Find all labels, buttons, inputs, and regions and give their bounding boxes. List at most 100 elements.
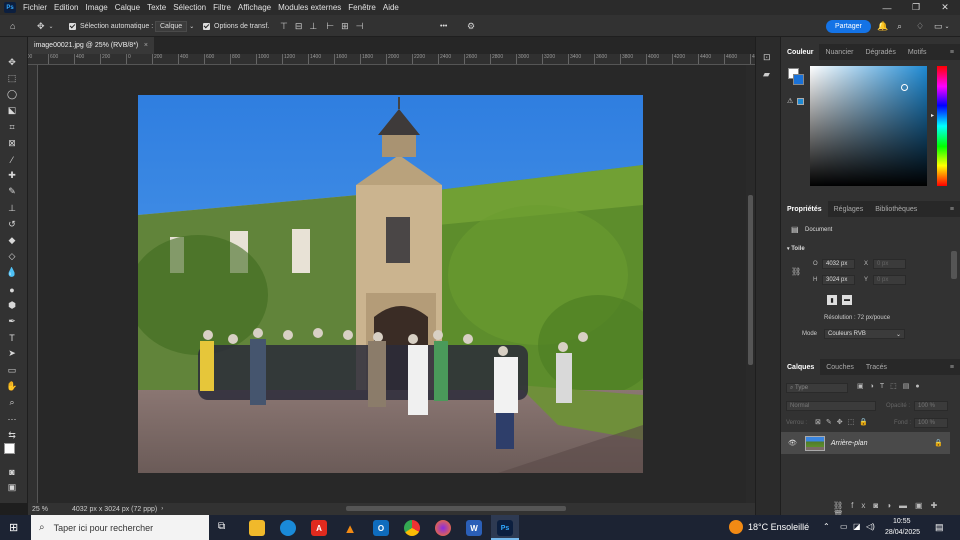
minimize-button[interactable]: — [872, 0, 902, 15]
task-view-icon[interactable]: ⧉ [218, 521, 225, 532]
word-icon[interactable]: W [466, 520, 482, 536]
paint-bucket-icon[interactable]: ◇ [5, 250, 19, 263]
acrobat-icon[interactable]: A [311, 520, 327, 536]
share-button[interactable]: Partager [826, 19, 871, 33]
menu-aide[interactable]: Aide [383, 3, 399, 12]
toile-section-header[interactable]: ▾ Toile [787, 246, 805, 252]
document-image[interactable] [138, 95, 643, 473]
edge-icon[interactable] [280, 520, 296, 536]
color-field[interactable] [810, 66, 927, 186]
web-safe-color-swatch[interactable] [797, 98, 804, 105]
vlc-icon[interactable]: ▲ [342, 520, 358, 536]
lasso-tool-icon[interactable]: ◯ [5, 88, 19, 101]
home-icon[interactable]: ⌂ [10, 15, 15, 37]
mode-dropdown[interactable]: Couleurs RVB ⌄ [824, 329, 905, 339]
blend-mode-dropdown[interactable]: Normal [786, 401, 876, 411]
tab-degrades[interactable]: Dégradés [859, 44, 901, 60]
menu-fichier[interactable]: Fichier [23, 3, 47, 12]
object-select-tool-icon[interactable]: ⬕ [5, 104, 19, 117]
color-picker-ring[interactable] [901, 84, 908, 91]
more-tools-icon[interactable]: ⋯ [5, 413, 19, 426]
close-tab-icon[interactable]: × [144, 42, 148, 49]
path-select-icon[interactable]: ➤ [5, 347, 19, 360]
brush-tool-icon[interactable]: ✎ [5, 185, 19, 198]
tray-chevron-icon[interactable]: ⌃ [823, 522, 830, 531]
tab-couches[interactable]: Couches [820, 359, 860, 375]
zoom-level[interactable]: 25 % [32, 506, 68, 513]
chrome-icon[interactable] [404, 520, 420, 536]
lightbulb-icon[interactable]: ♢ [916, 15, 924, 37]
layer-row-background[interactable]: 👁 Arrière-plan 🔒 [781, 432, 950, 454]
y-field[interactable]: 0 px [873, 275, 906, 285]
comments-panel-icon[interactable]: ▰ [763, 69, 770, 80]
more-options-button[interactable]: ••• [440, 15, 447, 37]
menu-fenetre[interactable]: Fenêtre [348, 3, 376, 12]
search-icon[interactable]: ⌕ [897, 15, 902, 37]
volume-icon[interactable]: ◁) [866, 522, 875, 531]
maximize-button[interactable]: ❐ [901, 0, 931, 15]
history-panel-icon[interactable]: ⊡ [763, 52, 771, 63]
windows-start-icon[interactable]: ⊞ [9, 521, 18, 534]
layer-name[interactable]: Arrière-plan [831, 440, 868, 447]
gear-icon[interactable]: ⚙ [467, 15, 475, 37]
vertical-scroll-thumb[interactable] [748, 195, 753, 365]
swap-colors-icon[interactable]: ⇆ [5, 429, 19, 442]
photoshop-taskbar-button[interactable]: Ps [491, 515, 519, 540]
sun-weather-icon[interactable] [729, 520, 743, 534]
vertical-scrollbar[interactable] [746, 65, 755, 503]
workspace-icon[interactable]: ▭ ⌄ [934, 15, 950, 37]
layers-panel-menu-icon[interactable]: ≡ [944, 359, 960, 375]
tab-traces[interactable]: Tracés [860, 359, 893, 375]
tab-bibliotheques[interactable]: Bibliothèques [869, 201, 923, 217]
screen-mode-icon[interactable]: ▣ [5, 481, 19, 494]
file-explorer-icon[interactable] [249, 520, 265, 536]
sponge-tool-icon[interactable]: ⬢ [5, 299, 19, 312]
stamp-tool-icon[interactable]: ⊥ [5, 202, 19, 215]
color-panel-menu-icon[interactable]: ≡ [944, 44, 960, 60]
bell-icon[interactable]: 🔔 [877, 15, 888, 37]
eye-icon[interactable]: 👁 [788, 439, 797, 447]
firefox-icon[interactable] [435, 520, 451, 536]
properties-scroll-thumb[interactable] [951, 251, 957, 279]
menu-affichage[interactable]: Affichage [238, 3, 271, 12]
taskbar-search-box[interactable]: ⌕ Taper ici pour rechercher [31, 515, 209, 540]
menu-calque[interactable]: Calque [115, 3, 140, 12]
outlook-icon[interactable]: O [373, 520, 389, 536]
quick-mask-icon[interactable]: ◙ [5, 465, 19, 478]
tab-calques[interactable]: Calques [781, 359, 821, 375]
menu-texte[interactable]: Texte [147, 3, 166, 12]
tab-nuancier[interactable]: Nuancier [819, 44, 859, 60]
transform-controls-checkbox[interactable]: Options de transf. [203, 15, 269, 37]
auto-select-dropdown[interactable]: Calque ⌄ [155, 15, 194, 37]
link-dimensions-icon[interactable]: ⛓ [791, 267, 801, 276]
properties-panel-menu-icon[interactable]: ≡ [944, 201, 960, 217]
height-field[interactable]: 3024 px [822, 275, 855, 285]
clock-date[interactable]: 28/04/2025 [885, 529, 920, 536]
tab-reglages[interactable]: Réglages [828, 201, 870, 217]
notifications-icon[interactable]: ▤ [935, 522, 944, 533]
rectangle-tool-icon[interactable]: ▭ [5, 364, 19, 377]
history-brush-icon[interactable]: ↺ [5, 218, 19, 231]
auto-select-checkbox[interactable]: Sélection automatique : [69, 15, 153, 37]
weather-text[interactable]: 18°C Ensoleillé [748, 522, 809, 532]
menu-edition[interactable]: Edition [54, 3, 78, 12]
clock-time[interactable]: 10:55 [893, 518, 911, 525]
align-buttons-group[interactable]: ⊤ ⊟ ⊥ ⊢ ⊞ ⊣ [280, 15, 363, 37]
hue-slider[interactable] [937, 66, 947, 186]
canvas-area[interactable] [38, 65, 746, 503]
document-tab[interactable]: image00021.jpg @ 25% (RVB/8*) × [28, 37, 154, 54]
menu-image[interactable]: Image [85, 3, 107, 12]
frame-tool-icon[interactable]: ⊠ [5, 137, 19, 150]
fill-field[interactable]: 100 % [914, 418, 948, 428]
menu-selection[interactable]: Sélection [173, 3, 206, 12]
blur-tool-icon[interactable]: 💧 [5, 266, 19, 279]
landscape-orientation-icon[interactable]: ▬ [842, 295, 852, 305]
network-icon[interactable]: ◪ [853, 522, 861, 531]
healing-brush-icon[interactable]: ✚ [5, 169, 19, 182]
status-arrow-icon[interactable]: › [161, 506, 163, 512]
close-window-button[interactable]: ✕ [930, 0, 960, 15]
layer-filter-dropdown[interactable]: ⌕ Type [786, 383, 848, 393]
pen-tool-icon[interactable]: ✒ [5, 315, 19, 328]
move-tool-icon[interactable]: ✥ [5, 56, 19, 69]
type-tool-icon[interactable]: T [5, 331, 19, 344]
